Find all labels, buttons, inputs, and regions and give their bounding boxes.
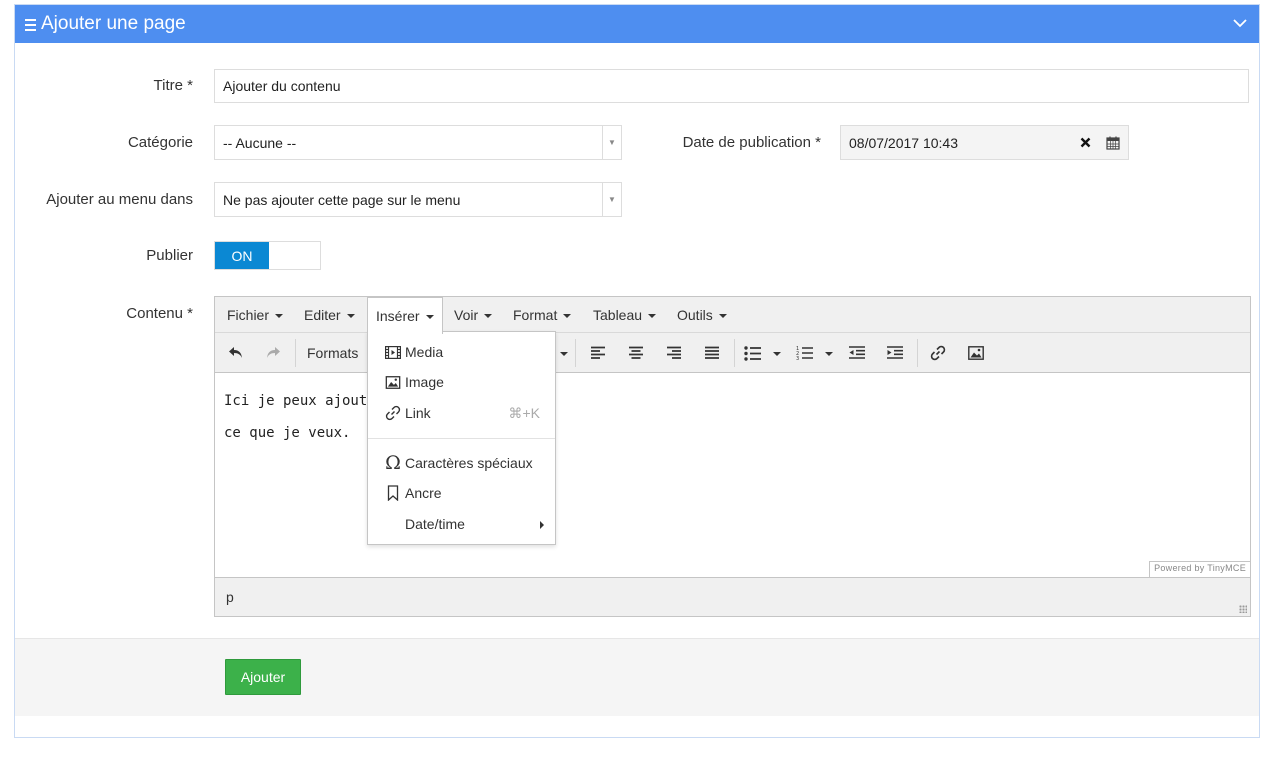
menu-icon bbox=[25, 18, 36, 31]
numbered-list-icon[interactable]: 123 bbox=[794, 341, 816, 365]
menu-tableau-label: Tableau bbox=[593, 307, 643, 323]
content-line: Ici je peux ajouter bbox=[224, 393, 385, 409]
clear-date-icon[interactable] bbox=[1071, 126, 1099, 159]
menu-label: Ajouter au menu dans bbox=[46, 191, 193, 208]
svg-text:3: 3 bbox=[796, 356, 799, 361]
menu-fichier-label: Fichier bbox=[227, 307, 270, 323]
align-left-icon[interactable] bbox=[587, 341, 609, 365]
insert-datetime-label: Date/time bbox=[405, 516, 465, 532]
insert-special-chars-item[interactable]: Ω Caractères spéciaux bbox=[368, 448, 555, 478]
caret-down-icon bbox=[275, 313, 284, 318]
pub-date-value: 08/07/2017 10:43 bbox=[849, 134, 958, 151]
menu-fichier[interactable]: Fichier bbox=[219, 297, 291, 333]
panel-header: Ajouter une page bbox=[15, 5, 1259, 43]
content-label: Contenu * bbox=[126, 305, 193, 322]
powered-by-label[interactable]: Powered by TinyMCE bbox=[1149, 561, 1250, 577]
menu-inserer[interactable]: Insérer bbox=[367, 297, 443, 334]
align-justify-icon[interactable] bbox=[701, 341, 723, 365]
menu-dropdown-icon: ▼ bbox=[602, 183, 621, 216]
pub-date-label: Date de publication * bbox=[682, 134, 821, 151]
publish-toggle-on: ON bbox=[215, 242, 269, 269]
resize-handle-icon[interactable] bbox=[1239, 605, 1247, 613]
insert-link-item[interactable]: Link ⌘+K bbox=[368, 398, 555, 428]
insert-anchor-item[interactable]: Ancre bbox=[368, 478, 555, 508]
insert-link-label: Link bbox=[405, 405, 431, 421]
menu-outils-label: Outils bbox=[677, 307, 713, 323]
add-button[interactable]: Ajouter bbox=[225, 659, 301, 695]
menu-format[interactable]: Format bbox=[505, 297, 579, 333]
indent-icon[interactable] bbox=[884, 341, 906, 365]
insert-special-chars-label: Caractères spéciaux bbox=[405, 455, 533, 471]
menu-editer[interactable]: Editer bbox=[296, 297, 363, 333]
editor-statusbar: p bbox=[215, 577, 1250, 616]
insert-datetime-item[interactable]: Date/time bbox=[368, 509, 555, 539]
title-label: Titre * bbox=[153, 77, 193, 94]
category-select[interactable]: -- Aucune -- ▼ bbox=[214, 125, 622, 160]
category-dropdown-icon: ▼ bbox=[602, 126, 621, 159]
redo-icon[interactable] bbox=[262, 341, 284, 365]
align-center-icon[interactable] bbox=[625, 341, 647, 365]
insert-image-item[interactable]: Image bbox=[368, 367, 555, 397]
publish-label: Publier bbox=[146, 247, 193, 264]
page-title: Ajouter une page bbox=[41, 13, 186, 34]
bullet-list-caret-icon[interactable] bbox=[773, 352, 781, 356]
link-icon[interactable] bbox=[927, 341, 949, 365]
menu-inserer-label: Insérer bbox=[376, 308, 420, 324]
collapse-chevron-icon[interactable] bbox=[1231, 14, 1249, 35]
category-label: Catégorie bbox=[127, 134, 193, 151]
caret-down-icon bbox=[718, 313, 727, 318]
undo-icon[interactable] bbox=[225, 341, 247, 365]
outdent-icon[interactable] bbox=[846, 341, 868, 365]
insert-image-label: Image bbox=[405, 374, 444, 390]
calendar-icon[interactable] bbox=[1099, 126, 1127, 159]
form-footer: Ajouter bbox=[15, 638, 1259, 716]
menu-divider bbox=[368, 438, 555, 439]
link-shortcut: ⌘+K bbox=[508, 404, 540, 421]
link-icon bbox=[384, 404, 402, 422]
omega-icon: Ω bbox=[385, 452, 401, 474]
menu-outils[interactable]: Outils bbox=[669, 297, 735, 333]
image-icon[interactable] bbox=[965, 341, 987, 365]
menu-voir-label: Voir bbox=[454, 307, 479, 323]
media-icon bbox=[384, 343, 402, 361]
image-icon bbox=[384, 373, 402, 391]
insert-dropdown-menu: Media Image Link ⌘+K Ω Caractères spécia… bbox=[367, 331, 556, 545]
insert-anchor-label: Ancre bbox=[405, 485, 442, 501]
align-right-icon[interactable] bbox=[663, 341, 685, 365]
menu-select-value: Ne pas ajouter cette page sur le menu bbox=[223, 191, 461, 208]
numbered-list-caret-icon[interactable] bbox=[825, 352, 833, 356]
menu-voir[interactable]: Voir bbox=[446, 297, 500, 333]
element-path[interactable]: p bbox=[226, 589, 234, 605]
caret-down-icon bbox=[425, 314, 434, 319]
caret-down-icon bbox=[484, 313, 493, 318]
bullet-list-icon[interactable] bbox=[742, 341, 764, 365]
content-line: ce que je veux. bbox=[224, 425, 351, 441]
caret-down-icon bbox=[563, 313, 572, 318]
editor-content-area[interactable]: Ici je peux ajouter ce que je veux. bbox=[224, 385, 384, 449]
title-input-value: Ajouter du contenu bbox=[223, 78, 341, 94]
caret-down-icon bbox=[346, 313, 355, 318]
insert-media-label: Media bbox=[405, 344, 444, 360]
menu-tableau[interactable]: Tableau bbox=[585, 297, 664, 333]
publish-toggle[interactable]: ON bbox=[214, 241, 321, 270]
caret-down-icon bbox=[648, 313, 657, 318]
formats-caret-icon bbox=[560, 352, 568, 356]
insert-media-item[interactable]: Media bbox=[368, 337, 555, 367]
category-select-value: -- Aucune -- bbox=[223, 134, 297, 151]
menu-format-label: Format bbox=[513, 307, 558, 323]
bookmark-icon bbox=[384, 484, 402, 502]
menu-select[interactable]: Ne pas ajouter cette page sur le menu ▼ bbox=[214, 182, 622, 217]
title-input[interactable]: Ajouter du contenu bbox=[214, 69, 1249, 103]
pub-date-field[interactable]: 08/07/2017 10:43 bbox=[840, 125, 1129, 160]
submenu-arrow-icon bbox=[540, 521, 544, 529]
formats-dropdown[interactable]: Formats bbox=[307, 341, 365, 365]
panel-title: Ajouter une page bbox=[25, 13, 186, 35]
editor-menubar: Fichier Editer Insérer Voir Format Table… bbox=[215, 297, 1250, 334]
menu-editer-label: Editer bbox=[304, 307, 341, 323]
